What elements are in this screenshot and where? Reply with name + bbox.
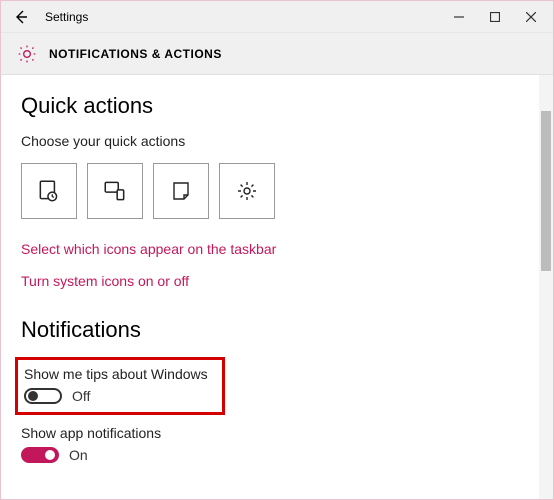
notifications-heading: Notifications — [21, 317, 519, 343]
link-taskbar-icons[interactable]: Select which icons appear on the taskbar — [21, 241, 519, 257]
toggle-knob — [45, 450, 55, 460]
content-area: Quick actions Choose your quick actions — [1, 75, 539, 499]
quick-actions-grid — [21, 163, 519, 219]
minimize-button[interactable] — [441, 3, 477, 31]
note-icon — [169, 179, 193, 203]
quick-actions-heading: Quick actions — [21, 93, 519, 119]
quick-action-note[interactable] — [153, 163, 209, 219]
gear-icon — [17, 44, 37, 64]
app-notifications-toggle[interactable] — [21, 447, 59, 463]
toggle-knob — [28, 391, 38, 401]
tips-toggle[interactable] — [24, 388, 62, 404]
close-button[interactable] — [513, 3, 549, 31]
quick-action-connect[interactable] — [87, 163, 143, 219]
page-title: NOTIFICATIONS & ACTIONS — [49, 47, 222, 61]
titlebar: Settings — [1, 1, 553, 33]
window-controls — [441, 3, 549, 31]
page-header: NOTIFICATIONS & ACTIONS — [1, 33, 553, 75]
back-arrow-icon — [13, 9, 29, 25]
tablet-mode-icon — [36, 178, 62, 204]
maximize-icon — [490, 12, 500, 22]
app-notifications-label: Show app notifications — [21, 425, 519, 441]
minimize-icon — [454, 12, 464, 22]
tips-label: Show me tips about Windows — [24, 366, 212, 382]
scrollbar-thumb[interactable] — [541, 111, 551, 271]
vertical-scrollbar[interactable] — [539, 75, 553, 499]
back-button[interactable] — [5, 3, 37, 31]
maximize-button[interactable] — [477, 3, 513, 31]
close-icon — [526, 12, 536, 22]
settings-icon — [235, 179, 259, 203]
quick-action-tablet-mode[interactable] — [21, 163, 77, 219]
highlight-annotation: Show me tips about Windows Off — [15, 357, 225, 415]
connect-icon — [102, 178, 128, 204]
app-title: Settings — [45, 10, 441, 24]
quick-action-settings[interactable] — [219, 163, 275, 219]
app-notifications-toggle-state: On — [69, 447, 88, 463]
link-system-icons[interactable]: Turn system icons on or off — [21, 273, 519, 289]
tips-toggle-state: Off — [72, 388, 90, 404]
quick-actions-subheading: Choose your quick actions — [21, 133, 519, 149]
